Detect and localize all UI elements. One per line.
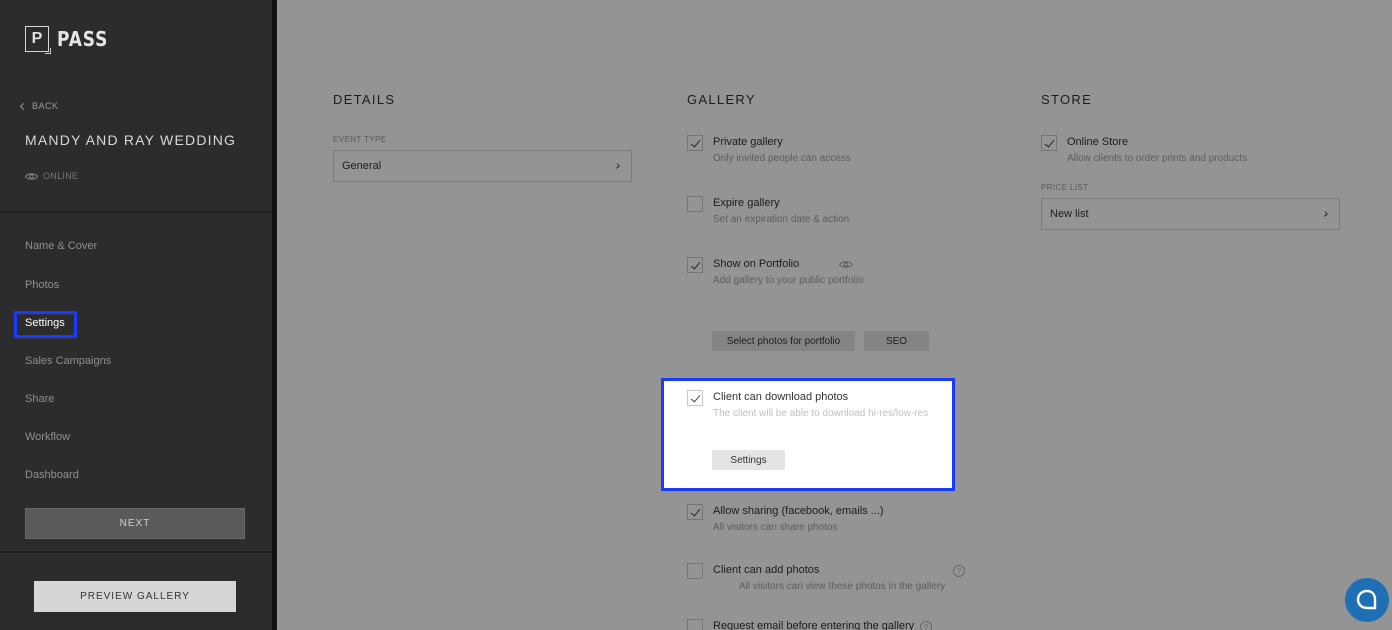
sidebar-item-sales-campaigns[interactable]: Sales Campaigns xyxy=(25,355,111,367)
status-label: ONLINE xyxy=(43,171,79,181)
next-button[interactable]: NEXT xyxy=(25,508,245,539)
sidebar-item-dashboard[interactable]: Dashboard xyxy=(25,469,79,481)
logo-text: PASS xyxy=(57,27,109,51)
option-desc: Only invited people can access xyxy=(713,153,851,164)
private-gallery-checkbox[interactable] xyxy=(687,135,703,151)
event-type-value: General xyxy=(342,160,382,172)
option-title: Client can add photos xyxy=(713,564,820,576)
back-label: BACK xyxy=(32,101,59,111)
online-store-checkbox[interactable] xyxy=(1041,135,1057,151)
download-settings-button[interactable]: Settings xyxy=(712,450,785,470)
online-store-desc: Allow clients to order prints and produc… xyxy=(1067,153,1248,164)
option-desc: Add gallery to your public portfolio xyxy=(713,275,864,286)
sidebar-item-name-cover[interactable]: Name & Cover xyxy=(25,240,97,252)
back-link[interactable]: BACK xyxy=(19,101,59,111)
online-store-title: Online Store xyxy=(1067,136,1129,148)
option-desc: Set an expiration date & action xyxy=(713,214,850,225)
eye-icon[interactable] xyxy=(839,260,853,269)
event-type-label: EVENT TYPE xyxy=(333,135,387,144)
option-title: Request email before entering the galler… xyxy=(713,620,915,630)
logo[interactable]: P PASS xyxy=(25,26,117,54)
show-on-portfolio-checkbox[interactable] xyxy=(687,257,703,273)
option-title: Show on Portfolio xyxy=(713,258,800,270)
event-title: MANDY AND RAY WEDDING xyxy=(25,132,237,148)
chevron-down-icon xyxy=(614,163,620,169)
eye-icon xyxy=(25,172,38,180)
sidebar-item-photos[interactable]: Photos xyxy=(25,279,59,291)
option-title: Client can download photos xyxy=(713,391,849,403)
details-title: DETAILS xyxy=(333,92,396,107)
help-icon[interactable]: ? xyxy=(920,621,932,630)
price-list-label: PRICE LIST xyxy=(1041,183,1089,192)
select-photos-portfolio-button[interactable]: Select photos for portfolio xyxy=(712,331,855,351)
expire-gallery-checkbox[interactable] xyxy=(687,196,703,212)
client-download-checkbox[interactable] xyxy=(687,390,703,406)
chat-launcher[interactable] xyxy=(1345,578,1389,622)
option-title: Expire gallery xyxy=(713,197,780,209)
main-content xyxy=(277,0,1392,630)
allow-sharing-checkbox[interactable] xyxy=(687,504,703,520)
store-title: STORE xyxy=(1041,92,1093,107)
option-title: Allow sharing (facebook, emails ...) xyxy=(713,505,884,517)
option-desc: All visitors can view these photos in th… xyxy=(739,581,946,592)
divider xyxy=(0,551,272,553)
sidebar: P PASS BACK MANDY AND RAY WEDDING ONLINE… xyxy=(0,0,277,630)
sidebar-item-settings[interactable]: Settings xyxy=(25,317,65,329)
client-download-card: Client can download photos The client wi… xyxy=(661,378,955,491)
price-list-select[interactable]: New list xyxy=(1041,198,1340,230)
chevron-down-icon xyxy=(1322,211,1328,217)
sidebar-item-workflow[interactable]: Workflow xyxy=(25,431,70,443)
option-title: Private gallery xyxy=(713,136,783,148)
logo-mark: P xyxy=(25,26,51,54)
seo-button[interactable]: SEO xyxy=(864,331,929,351)
event-type-select[interactable]: General xyxy=(333,150,632,182)
option-desc: All visitors can share photos xyxy=(713,522,838,533)
help-icon[interactable]: ? xyxy=(953,565,965,577)
gallery-title: GALLERY xyxy=(687,92,756,107)
sidebar-item-share[interactable]: Share xyxy=(25,393,54,405)
price-list-value: New list xyxy=(1050,208,1089,220)
request-email-checkbox[interactable] xyxy=(687,619,703,630)
divider xyxy=(0,211,272,213)
preview-gallery-button[interactable]: PREVIEW GALLERY xyxy=(34,581,236,612)
client-add-photos-checkbox[interactable] xyxy=(687,563,703,579)
option-desc: The client will be able to download hi-r… xyxy=(713,408,929,419)
chevron-left-icon xyxy=(19,102,28,110)
sidebar-panel: P PASS BACK MANDY AND RAY WEDDING ONLINE… xyxy=(0,0,272,630)
status-online: ONLINE xyxy=(25,171,78,181)
chat-icon xyxy=(1356,589,1377,610)
